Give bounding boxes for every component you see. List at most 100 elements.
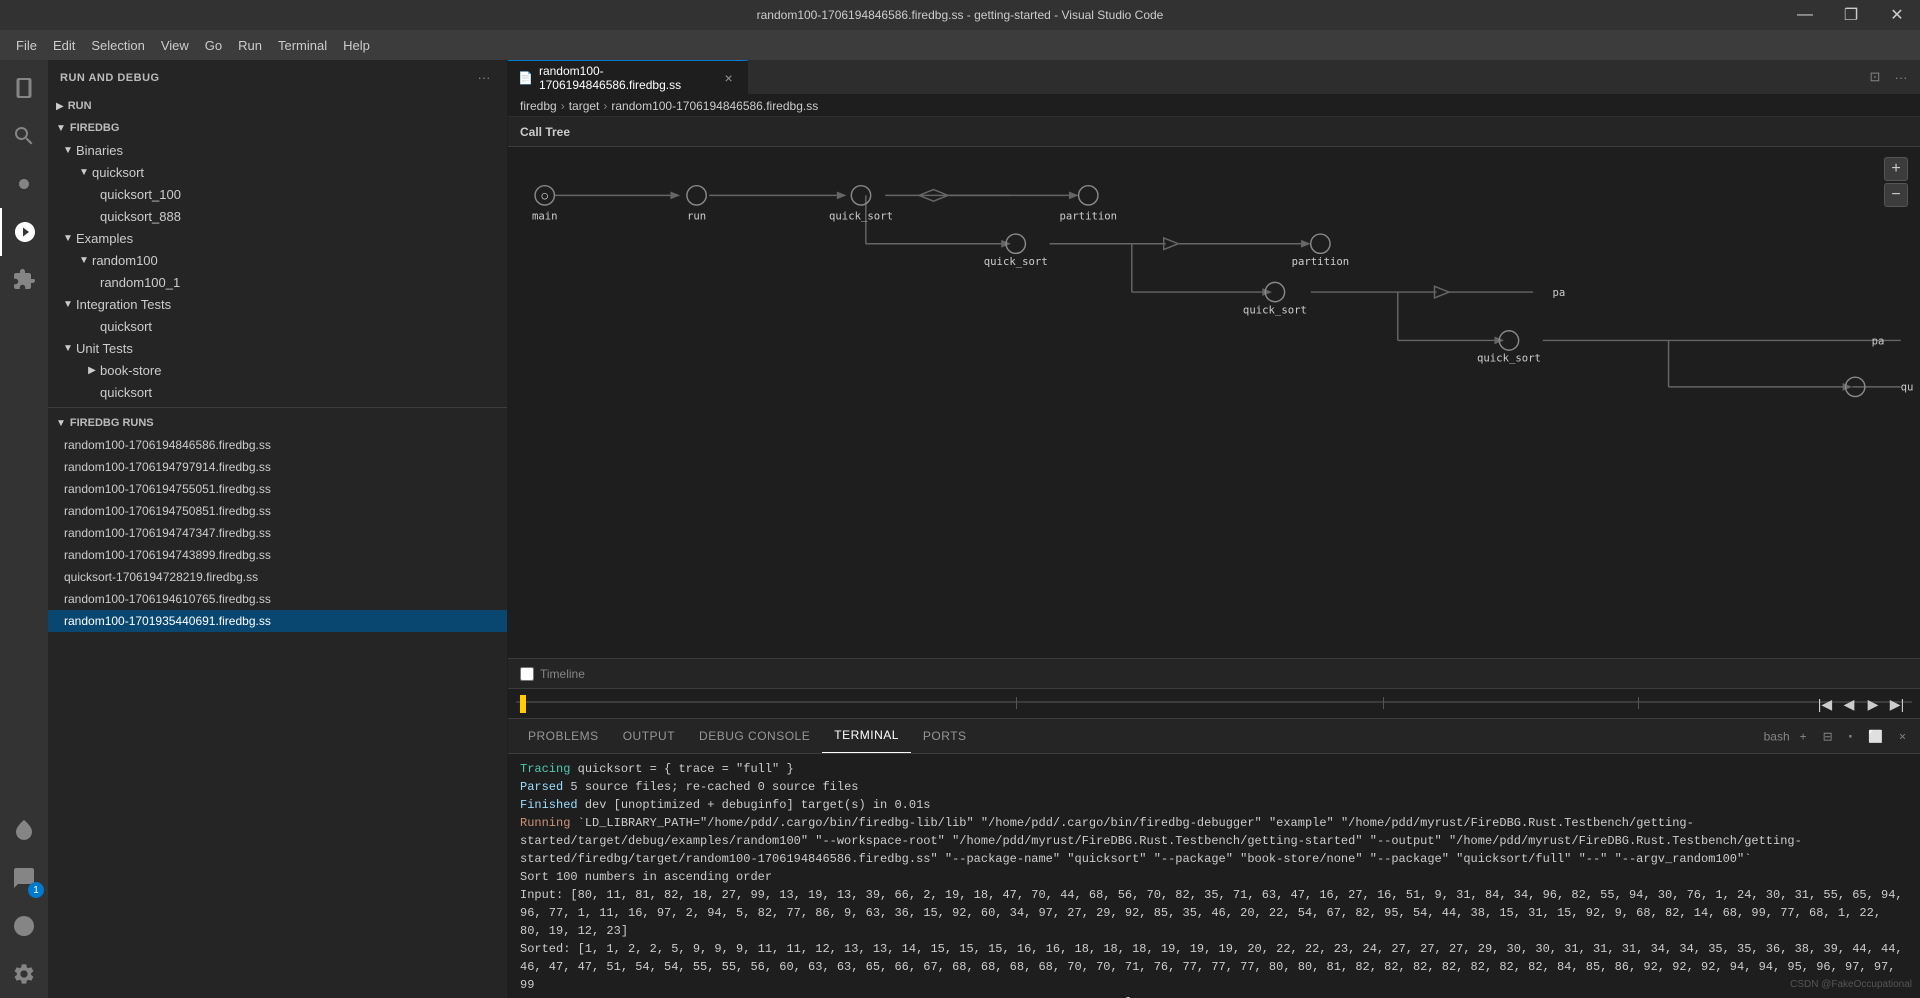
binaries-item[interactable]: ▼ Binaries [48,139,507,161]
activity-settings[interactable] [0,950,48,998]
unit-quicksort-item[interactable]: quicksort [48,381,507,403]
panel-tabs: PROBLEMS OUTPUT DEBUG CONSOLE TERMINAL P… [508,719,1920,754]
menu-edit[interactable]: Edit [45,30,83,60]
run-section-row[interactable]: ▶ RUN [48,95,507,117]
panel-tab-terminal[interactable]: TERMINAL [822,718,911,753]
quicksort-888-item[interactable]: quicksort_888 [48,205,507,227]
integration-tests-arrow: ▼ [60,299,76,310]
run-label-4: random100-1706194747347.firedbg.ss [64,526,271,540]
run-label-2: random100-1706194755051.firedbg.ss [64,482,271,496]
firedbg-section-row[interactable]: ▼ FIREDBG [48,117,507,139]
split-editor-button[interactable]: ⊡ [1864,66,1886,88]
unit-tests-item[interactable]: ▼ Unit Tests [48,337,507,359]
menu-help[interactable]: Help [335,30,378,60]
run-item-4[interactable]: random100-1706194747347.firedbg.ss [48,522,507,544]
terminal-new-button[interactable]: + [1794,727,1813,745]
integration-quicksort-label: quicksort [100,319,152,334]
integration-quicksort-item[interactable]: quicksort [48,315,507,337]
panel-right-actions: bash + ⊟ ⬝ ⬜ × [1764,727,1912,746]
book-store-item[interactable]: ▶ book-store [48,359,507,381]
svg-text:main: main [532,210,558,223]
svg-text:qu: qu [1901,381,1914,394]
activity-extensions[interactable] [0,256,48,304]
activity-chat[interactable]: 1 [0,854,48,902]
terminal-split-button[interactable]: ⊟ [1817,727,1839,745]
title-bar: random100-1706194846586.firedbg.ss - get… [0,0,1920,30]
zoom-controls: + − [1884,157,1908,207]
close-button[interactable]: ✕ [1874,0,1920,30]
terminal-line-1: Parsed 5 source files; re-cached 0 sourc… [520,778,1908,796]
minimize-button[interactable]: — [1782,0,1828,30]
panel-tab-problems[interactable]: PROBLEMS [516,718,611,753]
menu-terminal[interactable]: Terminal [270,30,335,60]
svg-text:quick_sort: quick_sort [1243,303,1307,316]
random100-item[interactable]: ▼ random100 [48,249,507,271]
nav-end-button[interactable]: ▶| [1886,693,1908,715]
panel-maximize-button[interactable]: ⬜ [1862,727,1889,745]
run-item-8[interactable]: random100-1701935440691.firedbg.ss [48,610,507,632]
menu-view[interactable]: View [153,30,197,60]
timeline-checkbox[interactable] [520,667,534,681]
panel-close-button[interactable]: × [1893,727,1912,745]
random100-1-item[interactable]: random100_1 [48,271,507,293]
breadcrumb-firedbg[interactable]: firedbg [520,99,557,113]
zoom-out-button[interactable]: − [1884,183,1908,207]
more-options-button[interactable]: ··· [473,67,495,89]
run-item-6[interactable]: quicksort-1706194728219.firedbg.ss [48,566,507,588]
quicksort-888-label: quicksort_888 [100,209,181,224]
binaries-label: Binaries [76,143,123,158]
maximize-button[interactable]: ❐ [1828,0,1874,30]
nav-next-button[interactable]: ▶ [1862,693,1884,715]
tab-0[interactable]: 📄 random100-1706194846586.firedbg.ss × [508,60,748,95]
nav-prev-button[interactable]: ◀ [1838,693,1860,715]
scrubber[interactable]: |◀ ◀ ▶ ▶| [508,688,1920,718]
nav-start-button[interactable]: |◀ [1814,693,1836,715]
terminal-line-2: Finished dev [unoptimized + debuginfo] t… [520,796,1908,814]
menu-selection[interactable]: Selection [83,30,152,60]
tab-close-0[interactable]: × [720,68,737,88]
binaries-quicksort-arrow: ▼ [76,167,92,178]
unit-tests-label: Unit Tests [76,341,133,356]
activity-search[interactable] [0,112,48,160]
call-tree-canvas[interactable]: ○ main run quick_sort partition [508,147,1920,658]
menu-go[interactable]: Go [197,30,230,60]
svg-text:pa: pa [1872,334,1885,347]
integration-tests-item[interactable]: ▼ Integration Tests [48,293,507,315]
watermark: CSDN @FakeOccupational [1790,979,1912,990]
firedbg-section-label: FIREDBG [70,122,120,134]
run-item-3[interactable]: random100-1706194750851.firedbg.ss [48,500,507,522]
quicksort-100-item[interactable]: quicksort_100 [48,183,507,205]
panel-tab-ports[interactable]: PORTS [911,718,979,753]
activity-source-control[interactable] [0,160,48,208]
activity-debug[interactable] [0,208,48,256]
sidebar-tree: ▶ RUN ▼ FIREDBG ▼ Binaries ▼ quicksort q… [48,95,507,998]
firedbg-runs-section-row[interactable]: ▼ FIREDBG RUNS [48,412,507,434]
run-item-1[interactable]: random100-1706194797914.firedbg.ss [48,456,507,478]
app-body: 1 RUN AND DEBUG ··· ▶ RUN [0,60,1920,998]
activity-explorer[interactable] [0,64,48,112]
run-item-0[interactable]: random100-1706194846586.firedbg.ss [48,434,507,456]
examples-item[interactable]: ▼ Examples [48,227,507,249]
panel-tab-debug-console[interactable]: DEBUG CONSOLE [687,718,822,753]
binaries-quicksort-item[interactable]: ▼ quicksort [48,161,507,183]
menu-file[interactable]: File [8,30,45,60]
panel-minimize-button[interactable]: ⬝ [1843,727,1858,746]
breadcrumb-target[interactable]: target [569,99,600,113]
timeline-label: Timeline [540,667,585,681]
svg-text:pa: pa [1552,286,1565,299]
run-item-7[interactable]: random100-1706194610765.firedbg.ss [48,588,507,610]
breadcrumb-file[interactable]: random100-1706194846586.firedbg.ss [611,99,818,113]
run-label-1: random100-1706194797914.firedbg.ss [64,460,271,474]
scrubber-thumb[interactable] [520,695,526,713]
more-actions-button[interactable]: ··· [1890,66,1912,88]
run-label-3: random100-1706194750851.firedbg.ss [64,504,271,518]
run-debug-header: RUN AND DEBUG ··· [48,60,507,95]
run-item-5[interactable]: random100-1706194743899.firedbg.ss [48,544,507,566]
run-arrow: ▶ [56,101,64,112]
activity-firedbg[interactable] [0,806,48,854]
panel-tab-output[interactable]: OUTPUT [611,718,687,753]
run-item-2[interactable]: random100-1706194755051.firedbg.ss [48,478,507,500]
activity-python[interactable] [0,902,48,950]
zoom-in-button[interactable]: + [1884,157,1908,181]
menu-run[interactable]: Run [230,30,270,60]
